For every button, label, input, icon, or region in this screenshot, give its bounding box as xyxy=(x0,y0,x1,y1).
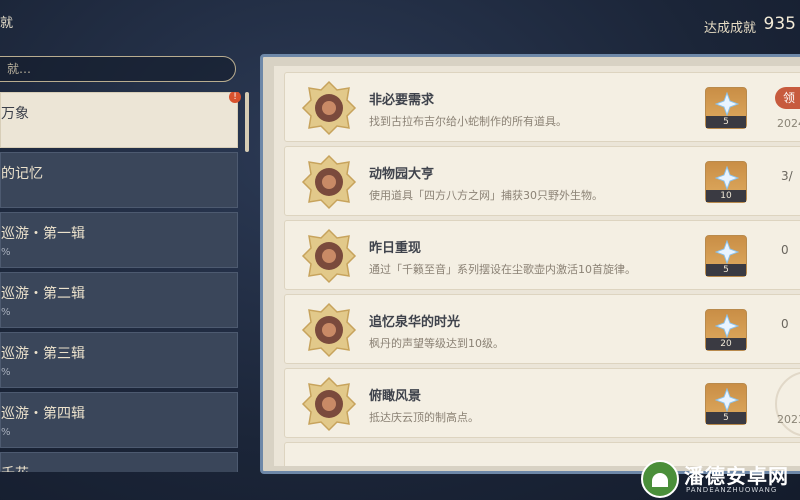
reward-count: 20 xyxy=(706,338,746,350)
achievement-row[interactable]: 俯瞰风景 抵达庆云顶的制高点。 5 2023 xyxy=(284,368,800,438)
category-progress: % xyxy=(1,247,11,258)
site-watermark: 潘德安卓网 PANDEANZHUOWANG xyxy=(640,458,800,500)
achievement-medal-icon xyxy=(301,228,357,284)
reward-count: 5 xyxy=(706,412,746,424)
primogem-reward: 20 xyxy=(705,309,747,351)
primogem-icon xyxy=(715,388,739,412)
category-label: 巡游・第一辑 xyxy=(1,226,85,242)
category-label: 万象 xyxy=(1,106,29,122)
category-label: 千花 xyxy=(1,463,29,472)
category-item-wanxiang[interactable]: 万象 ! xyxy=(0,92,241,148)
search-input[interactable]: 就… xyxy=(0,56,236,82)
category-list: 万象 ! 的记忆 巡游・第一辑 % 巡游・第二辑 % 巡游・第三辑 % 巡游・第… xyxy=(0,92,244,472)
category-label: 巡游・第四辑 xyxy=(1,406,85,422)
reward-count: 10 xyxy=(706,190,746,202)
category-progress: % xyxy=(1,307,11,318)
notification-badge: ! xyxy=(229,92,241,103)
category-item-memory[interactable]: 的记忆 xyxy=(0,152,238,208)
achievement-title: 非必要需求 xyxy=(369,93,435,108)
achievement-list: 非必要需求 找到古拉布吉尔给小蛇制作的所有道具。 5 领 2024 动物园大亨 … xyxy=(274,66,800,466)
category-label: 巡游・第三辑 xyxy=(1,346,85,362)
achievement-row[interactable]: 非必要需求 找到古拉布吉尔给小蛇制作的所有道具。 5 领 2024 xyxy=(284,72,800,142)
top-bar: 就 达成成就 935 xyxy=(0,0,800,50)
category-label: 的记忆 xyxy=(1,166,43,182)
category-label: 巡游・第二辑 xyxy=(1,286,85,302)
category-progress: % xyxy=(1,427,11,438)
achievement-description: 通过「千籁至音」系列摆设在尘歌壶内激活10首旋律。 xyxy=(369,263,636,276)
achievement-title: 动物园大亨 xyxy=(369,167,435,182)
reward-count: 5 xyxy=(706,116,746,128)
primogem-reward: 5 xyxy=(705,383,747,425)
achievement-progress: 3/ xyxy=(781,169,793,183)
achievement-medal-icon xyxy=(301,376,357,432)
category-item-tour-2[interactable]: 巡游・第二辑 % xyxy=(0,272,238,328)
page-title: 就 xyxy=(0,16,14,31)
category-item-tour-1[interactable]: 巡游・第一辑 % xyxy=(0,212,238,268)
achievement-medal-icon xyxy=(301,302,357,358)
achievement-row[interactable]: 动物园大亨 使用道具「四方八方之网」捕获30只野外生物。 10 3/ xyxy=(284,146,800,216)
achievement-progress: 0 xyxy=(781,317,789,331)
claim-button[interactable]: 领 xyxy=(775,87,800,109)
achievement-progress: 0 xyxy=(781,243,789,257)
watermark-subtext: PANDEANZHUOWANG xyxy=(686,486,778,494)
category-item-tour-3[interactable]: 巡游・第三辑 % xyxy=(0,332,238,388)
primogem-reward: 10 xyxy=(705,161,747,203)
achievement-medal-icon xyxy=(301,80,357,136)
watermark-text: 潘德安卓网 xyxy=(684,464,789,488)
achievement-row[interactable]: 昨日重现 通过「千籁至音」系列摆设在尘歌壶内激活10首旋律。 5 0 xyxy=(284,220,800,290)
primogem-icon xyxy=(715,166,739,190)
primogem-icon xyxy=(715,314,739,338)
achievement-total-value: 935 xyxy=(763,14,796,34)
achievement-description: 使用道具「四方八方之网」捕获30只野外生物。 xyxy=(369,189,603,202)
primogem-icon xyxy=(715,92,739,116)
achievement-medal-icon xyxy=(301,154,357,210)
achievement-total-label: 达成成就 xyxy=(703,21,756,36)
category-scrollbar[interactable] xyxy=(245,92,249,152)
achievement-title: 昨日重现 xyxy=(369,241,422,256)
category-item-tour-4[interactable]: 巡游・第四辑 % xyxy=(0,392,238,448)
primogem-reward: 5 xyxy=(705,235,747,277)
completed-stamp-icon xyxy=(775,371,800,437)
search-placeholder: 就… xyxy=(7,62,32,76)
completion-date: 2023 xyxy=(777,413,800,426)
completion-date: 2024 xyxy=(777,117,800,130)
primogem-icon xyxy=(715,240,739,264)
achievement-title: 俯瞰风景 xyxy=(369,389,422,404)
achievement-row[interactable]: 追忆泉华的时光 枫丹的声望等级达到10级。 20 0 xyxy=(284,294,800,364)
primogem-reward: 5 xyxy=(705,87,747,129)
category-item-qianhua[interactable]: 千花 xyxy=(0,452,238,472)
reward-count: 5 xyxy=(706,264,746,276)
achievement-description: 找到古拉布吉尔给小蛇制作的所有道具。 xyxy=(369,115,567,128)
achievement-title: 追忆泉华的时光 xyxy=(369,315,461,330)
android-logo-icon xyxy=(641,460,679,498)
achievement-description: 枫丹的声望等级达到10级。 xyxy=(369,337,504,350)
achievement-description: 抵达庆云顶的制高点。 xyxy=(369,411,479,424)
category-progress: % xyxy=(1,367,11,378)
